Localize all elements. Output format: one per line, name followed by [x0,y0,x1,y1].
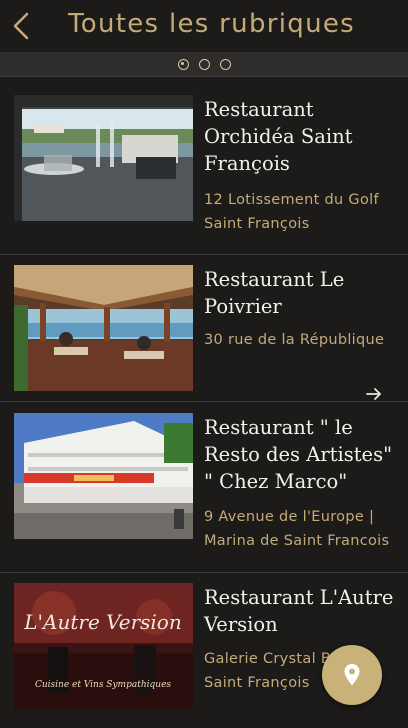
restaurant-name: Restaurant Le Poivrier [204,268,345,318]
tagline-text: Cuisine et Vins Sympathiques [35,680,171,690]
restaurant-address: 30 rue de la République [204,332,385,348]
page-dot-2[interactable] [198,58,210,70]
restaurant-thumbnail [14,413,193,539]
list-item-restaurant-orchidea[interactable]: Restaurant Orchidéa Saint François 12 Lo… [0,84,408,255]
restaurant-name: Restaurant " le Resto des Artistes" " Ch… [204,416,393,493]
restaurant-address: 9 Avenue de l'Europe | Marina de Saint F… [204,509,390,549]
page-indicator [0,52,408,77]
restaurant-address: 12 Lotissement du Golf Saint François [204,192,379,232]
map-pin-icon [344,664,360,686]
chevron-left-icon [13,12,29,40]
restaurant-thumbnail [14,265,193,391]
list-item-restaurant-poivrier[interactable]: Restaurant Le Poivrier 30 rue de la Répu… [0,255,408,402]
restaurant-name: Restaurant L'Autre Version [204,586,394,636]
page-dot-3[interactable] [219,58,231,70]
logo-text: L'Autre Version [23,610,181,634]
map-fab-button[interactable] [322,645,382,705]
back-button[interactable] [6,8,36,44]
restaurant-thumbnail: L'Autre Version Cuisine et Vins Sympathi… [14,583,193,709]
arrow-right-icon [366,388,381,400]
restaurant-name: Restaurant Orchidéa Saint François [204,98,353,175]
restaurant-thumbnail [14,95,193,221]
list-item-restaurant-chez-marco[interactable]: Restaurant " le Resto des Artistes" " Ch… [0,402,408,573]
page-title: Toutes les rubriques [68,9,355,39]
page-dot-1[interactable] [177,58,189,70]
app-header: Toutes les rubriques [0,0,408,52]
